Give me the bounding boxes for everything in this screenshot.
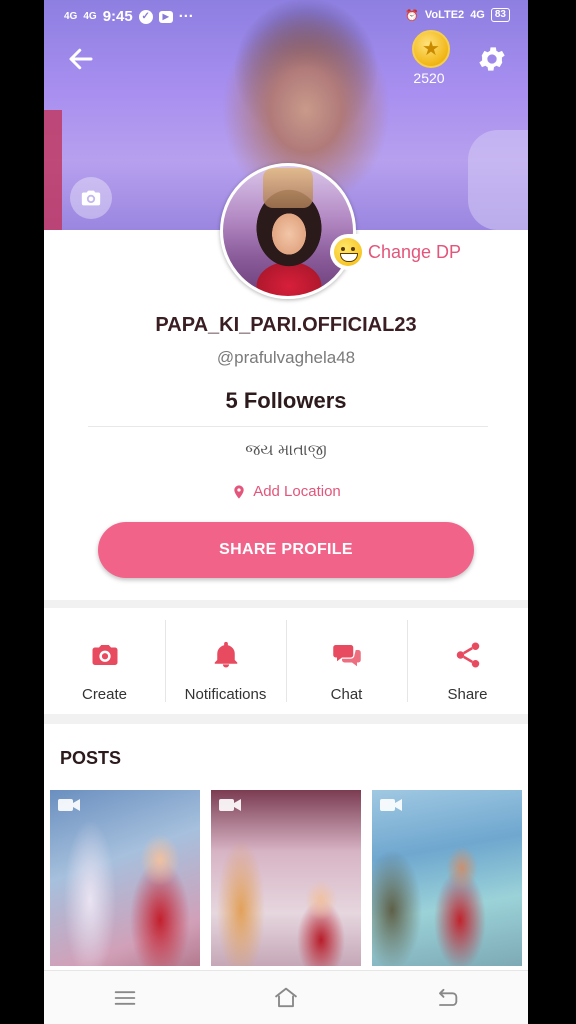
change-dp-label: Change DP bbox=[368, 241, 462, 262]
share-profile-button[interactable]: SHARE PROFILE bbox=[98, 522, 474, 578]
chat-action-label: Chat bbox=[330, 686, 363, 703]
change-dp-button[interactable]: Change DP bbox=[330, 234, 474, 270]
posts-grid bbox=[50, 790, 524, 966]
profile-handle: @prafulvaghela48 bbox=[216, 348, 356, 367]
section-separator bbox=[44, 714, 528, 724]
video-camera-icon bbox=[219, 799, 241, 811]
divider bbox=[88, 426, 488, 427]
add-location-label: Add Location bbox=[253, 483, 341, 500]
profile-bio: જય માતાજી bbox=[245, 442, 327, 459]
bell-icon bbox=[214, 641, 237, 668]
share-icon bbox=[456, 642, 479, 668]
back-arrow-icon[interactable] bbox=[66, 44, 96, 74]
posts-heading: POSTS bbox=[60, 748, 122, 768]
share-action-label: Share bbox=[447, 686, 488, 703]
status-bar: 4G 4G 9:45 ✓ ▶ ··· ⏰ VoLTE2 4G 83 bbox=[44, 0, 528, 34]
grinning-emoji-icon bbox=[334, 238, 362, 266]
create-action-label: Create bbox=[81, 686, 128, 703]
system-navigation-bar bbox=[44, 970, 528, 1024]
chat-icon bbox=[332, 645, 361, 667]
followers-count[interactable]: 5 Followers bbox=[44, 388, 528, 414]
cover-decoration bbox=[44, 110, 62, 230]
camera-icon bbox=[81, 190, 101, 206]
coin-count: 2520 bbox=[413, 70, 445, 86]
cover-decoration bbox=[468, 130, 528, 230]
notifications-action-label: Notifications bbox=[184, 686, 267, 703]
volte-indicator: VoLTE2 bbox=[424, 9, 465, 21]
section-separator bbox=[44, 600, 528, 608]
coin-icon[interactable]: ★ bbox=[412, 30, 450, 68]
notifications-action[interactable]: Notifications bbox=[165, 608, 286, 714]
post-thumbnail[interactable] bbox=[372, 790, 522, 966]
network-indicator: 4G bbox=[470, 9, 485, 21]
post-thumbnail[interactable] bbox=[50, 790, 200, 966]
change-cover-camera-button[interactable] bbox=[70, 177, 112, 219]
share-action[interactable]: Share bbox=[407, 608, 528, 714]
create-action[interactable]: Create bbox=[44, 608, 165, 714]
signal-indicator: 4G bbox=[64, 10, 78, 22]
profile-username: PAPA_KI_PARI.OFFICIAL23 bbox=[155, 314, 417, 336]
more-notifications-icon: ··· bbox=[178, 8, 194, 25]
home-icon[interactable] bbox=[272, 984, 300, 1012]
menu-icon[interactable] bbox=[111, 984, 139, 1012]
avatar-background-decoration bbox=[263, 168, 313, 208]
youtube-icon: ▶ bbox=[158, 10, 173, 23]
alarm-icon: ⏰ bbox=[405, 9, 419, 22]
location-pin-icon bbox=[234, 484, 244, 499]
app-screen: 4G 4G 9:45 ✓ ▶ ··· ⏰ VoLTE2 4G 83 ★ 2520… bbox=[44, 0, 528, 1024]
add-location-link[interactable]: Add Location bbox=[44, 483, 528, 500]
video-camera-icon bbox=[58, 799, 80, 811]
profile-avatar[interactable] bbox=[220, 163, 356, 299]
signal-indicator: 4G bbox=[83, 10, 97, 22]
battery-indicator: 83 bbox=[490, 8, 510, 22]
video-camera-icon bbox=[380, 799, 402, 811]
chat-action[interactable]: Chat bbox=[286, 608, 407, 714]
status-time: 9:45 bbox=[102, 8, 133, 25]
post-thumbnail[interactable] bbox=[211, 790, 361, 966]
settings-gear-icon[interactable] bbox=[476, 43, 508, 75]
camera-icon bbox=[92, 645, 117, 665]
profile-actions: Create Notifications Chat Share bbox=[44, 608, 528, 714]
check-icon: ✓ bbox=[138, 9, 153, 24]
back-nav-icon[interactable] bbox=[433, 984, 461, 1012]
